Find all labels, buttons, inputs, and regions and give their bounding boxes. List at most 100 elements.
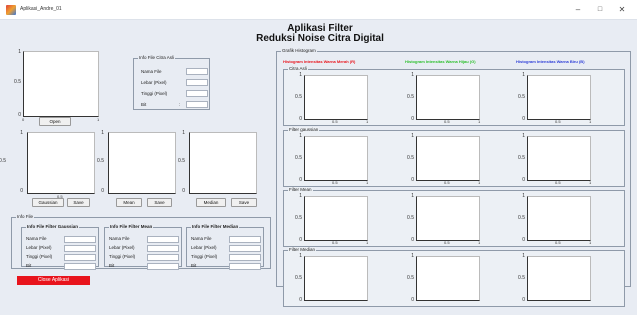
mean-info-field[interactable]	[147, 245, 179, 252]
info-label: Tinggi (Pixel)	[141, 91, 168, 96]
panel-title: Grafik Histogram	[281, 48, 317, 53]
save-mean-button[interactable]: Save	[147, 198, 172, 207]
histogram-axes-blue	[527, 256, 591, 301]
info-label: Bit	[191, 263, 197, 268]
mean-image-axes	[108, 132, 176, 194]
x-tick: 0.5	[555, 180, 561, 185]
gaussian-info-field[interactable]	[64, 263, 96, 270]
save-gaussian-button[interactable]: Save	[67, 198, 90, 207]
save-median-button[interactable]: Save	[231, 198, 257, 207]
y-tick: 0	[299, 237, 302, 243]
mean-info-field[interactable]	[147, 263, 179, 270]
median-button[interactable]: Median	[196, 198, 226, 207]
y-tick: 1	[411, 133, 414, 139]
x-tick: 0.5	[555, 240, 561, 245]
gaussian-info-field[interactable]	[64, 245, 96, 252]
y-tick: 0.5	[407, 275, 414, 281]
tinggi-field[interactable]	[186, 90, 208, 97]
gaussian-button[interactable]: Gaussian	[32, 198, 64, 207]
x-tick: 1	[589, 180, 592, 185]
median-info-field[interactable]	[229, 236, 261, 243]
nama-file-field[interactable]	[186, 68, 208, 75]
histogram-axes-red	[304, 136, 368, 181]
info-label: Lebar (Pixel)	[26, 245, 52, 250]
gaussian-image-axes	[27, 132, 95, 194]
mean-info-field[interactable]	[147, 254, 179, 261]
x-tick: 1	[478, 119, 481, 124]
histogram-axes-green	[416, 136, 480, 181]
y-tick: 0.5	[0, 158, 6, 164]
info-label: Nama File	[109, 236, 130, 241]
x-tick: 1	[478, 240, 481, 245]
y-tick: 0	[522, 177, 525, 183]
y-tick: 0	[101, 188, 104, 194]
y-tick: 0.5	[295, 155, 302, 161]
y-tick: 1	[522, 253, 525, 259]
bit-field[interactable]	[186, 101, 208, 108]
window-title: Aplikasi_Andre_01	[20, 6, 62, 12]
lebar-field[interactable]	[186, 79, 208, 86]
panel-title: Info File Filter Gaussian	[26, 224, 80, 229]
y-tick: 1	[101, 130, 104, 136]
mean-button[interactable]: Mean	[116, 198, 142, 207]
median-image-axes	[189, 132, 257, 194]
matlab-app-icon	[6, 5, 16, 15]
minimize-button[interactable]: –	[570, 4, 586, 16]
y-tick: 0.5	[518, 94, 525, 100]
y-tick: 0	[411, 297, 414, 303]
info-filter-median-panel: Info File Filter Median Nama File Lebar (P…	[186, 224, 264, 270]
x-tick: 1	[589, 119, 592, 124]
open-button[interactable]: Open	[39, 117, 71, 126]
panel-title: Info File Citra Asli	[138, 55, 176, 60]
close-app-button[interactable]: Close Aplikasi	[17, 276, 90, 285]
gaussian-info-field[interactable]	[64, 236, 96, 243]
median-info-field[interactable]	[229, 245, 261, 252]
y-tick: 0	[182, 188, 185, 194]
gaussian-info-field[interactable]	[64, 254, 96, 261]
y-tick: 0.5	[295, 275, 302, 281]
histogram-axes-red	[304, 256, 368, 301]
title-bar: Aplikasi_Andre_01 – □ ✕	[0, 0, 637, 20]
y-tick: 0.5	[407, 94, 414, 100]
info-label: Bit	[141, 102, 147, 107]
y-tick: 1	[411, 253, 414, 259]
y-tick: 0.5	[518, 215, 525, 221]
x-tick: 0.5	[332, 240, 338, 245]
panel-title: Filter gaussian	[288, 127, 320, 132]
app-window: Aplikasi_Andre_01 – □ ✕ Aplikasi Filter …	[0, 0, 637, 315]
histogram-axes-green	[416, 256, 480, 301]
info-label: Tinggi (Pixel)	[26, 254, 53, 259]
y-tick: 0.5	[295, 215, 302, 221]
histogram-axes-blue	[527, 196, 591, 241]
info-label: Bit	[26, 263, 32, 268]
info-label: Lebar (Pixel)	[109, 245, 135, 250]
x-tick: 0.5	[332, 119, 338, 124]
y-tick: 1	[299, 72, 302, 78]
histogram-axes-red	[304, 196, 368, 241]
y-tick: 1	[522, 133, 525, 139]
info-filter-gaussian-panel: Info File Filter Gaussian Nama File Lebar …	[21, 224, 99, 270]
median-info-field[interactable]	[229, 254, 261, 261]
mean-info-field[interactable]	[147, 236, 179, 243]
histogram-axes-blue	[527, 136, 591, 181]
info-filter-mean-panel: Info File Filter Mean Nama File Lebar (Pix…	[104, 224, 182, 270]
median-info-field[interactable]	[229, 263, 261, 270]
y-tick: 0.5	[518, 155, 525, 161]
y-tick: 1	[299, 193, 302, 199]
colon: :	[179, 102, 181, 107]
y-tick: 0.5	[97, 158, 104, 164]
y-tick: 1	[299, 133, 302, 139]
y-tick: 0	[411, 116, 414, 122]
panel-title: Filter Mean	[288, 187, 313, 192]
x-tick: 1	[366, 240, 369, 245]
panel-title: Info File Filter Median	[191, 224, 240, 229]
histogram-axes-green	[416, 75, 480, 120]
y-tick: 0.5	[14, 79, 21, 85]
y-tick: 0.5	[407, 215, 414, 221]
app-subheading: Reduksi Noise Citra Digital	[256, 33, 384, 44]
panel-title: Info File	[16, 214, 35, 219]
maximize-button[interactable]: □	[592, 4, 608, 16]
close-window-button[interactable]: ✕	[614, 4, 630, 16]
x-tick: 1	[366, 180, 369, 185]
y-tick: 0.5	[518, 275, 525, 281]
